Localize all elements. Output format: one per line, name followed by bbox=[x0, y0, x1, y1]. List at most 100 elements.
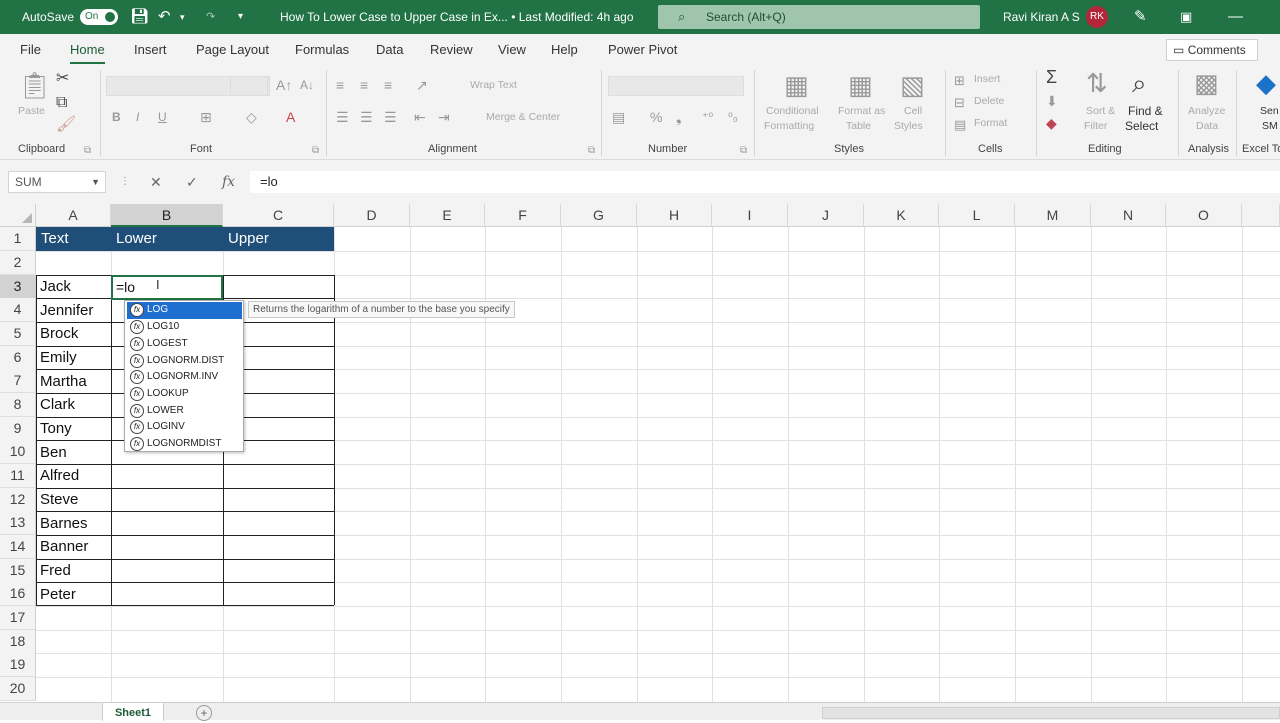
sort-filter-line1[interactable]: Sort & bbox=[1086, 104, 1115, 119]
increase-decimal-icon[interactable]: ⁺⁰ bbox=[702, 108, 713, 126]
row-header-9[interactable]: 9 bbox=[0, 417, 36, 441]
increase-indent-icon[interactable]: ⇥ bbox=[438, 108, 450, 126]
autocomplete-item[interactable]: fx LOGNORM.DIST bbox=[127, 353, 242, 370]
tab-view[interactable]: View bbox=[498, 42, 526, 57]
autocomplete-item[interactable]: fx LOWER bbox=[127, 403, 242, 420]
table-header-upper[interactable]: Upper bbox=[223, 227, 334, 251]
enter-icon[interactable]: ✓ bbox=[186, 173, 198, 191]
borders-icon[interactable]: ⊞ bbox=[200, 108, 212, 126]
format-painter-icon[interactable]: 🖌︎ bbox=[56, 116, 76, 134]
cell-a5[interactable]: Brock bbox=[36, 322, 78, 345]
format-as-table-line1[interactable]: Format as bbox=[838, 104, 885, 119]
send-line2[interactable]: SM bbox=[1262, 119, 1278, 134]
tab-file[interactable]: File bbox=[20, 42, 41, 57]
format-cells-icon[interactable]: ▤ bbox=[954, 116, 966, 134]
paste-icon[interactable]: 📋︎ bbox=[18, 70, 51, 100]
format-button[interactable]: Format bbox=[974, 116, 1007, 131]
tab-review[interactable]: Review bbox=[430, 42, 473, 57]
tab-help[interactable]: Help bbox=[551, 42, 578, 57]
autocomplete-item[interactable]: fx LOG10 bbox=[127, 319, 242, 336]
autocomplete-item[interactable]: fx LOOKUP bbox=[127, 386, 242, 403]
select-all-corner[interactable] bbox=[0, 204, 36, 227]
analyze-data-line2[interactable]: Data bbox=[1196, 119, 1218, 134]
tab-insert[interactable]: Insert bbox=[134, 42, 167, 57]
paste-label[interactable]: Paste bbox=[18, 104, 45, 119]
chevron-down-icon[interactable]: ▼ bbox=[91, 172, 100, 192]
analyze-data-icon[interactable]: ▩ bbox=[1194, 68, 1219, 98]
copy-icon[interactable]: ⧉ bbox=[56, 94, 67, 112]
bold-icon[interactable]: B bbox=[112, 108, 121, 126]
avatar[interactable]: RK bbox=[1086, 6, 1108, 28]
row-header-1[interactable]: 1 bbox=[0, 227, 36, 251]
document-title[interactable]: How To Lower Case to Upper Case in Ex...… bbox=[280, 10, 634, 24]
column-header-i[interactable]: I bbox=[712, 204, 788, 227]
horizontal-scrollbar[interactable] bbox=[822, 707, 1280, 719]
tab-formulas[interactable]: Formulas bbox=[295, 42, 349, 57]
align-right-icon[interactable]: ☰ bbox=[384, 108, 397, 126]
row-header-7[interactable]: 7 bbox=[0, 369, 36, 393]
align-left-icon[interactable]: ☰ bbox=[336, 108, 349, 126]
row-header-11[interactable]: 11 bbox=[0, 464, 36, 488]
cut-icon[interactable]: ✂ bbox=[56, 70, 69, 88]
format-as-table-icon[interactable]: ▦ bbox=[848, 70, 873, 100]
decrease-indent-icon[interactable]: ⇤ bbox=[414, 108, 426, 126]
accounting-format-icon[interactable]: ▤ bbox=[612, 108, 625, 126]
row-header-14[interactable]: 14 bbox=[0, 535, 36, 559]
table-header-lower[interactable]: Lower bbox=[111, 227, 223, 251]
cell-styles-icon[interactable]: ▧ bbox=[900, 70, 925, 100]
cell-a15[interactable]: Fred bbox=[36, 559, 71, 582]
row-header-17[interactable]: 17 bbox=[0, 606, 36, 630]
column-header-h[interactable]: H bbox=[637, 204, 712, 227]
cell-a8[interactable]: Clark bbox=[36, 393, 75, 416]
fill-color-icon[interactable]: ◇ bbox=[246, 108, 257, 126]
row-header-13[interactable]: 13 bbox=[0, 511, 36, 535]
row-header-5[interactable]: 5 bbox=[0, 322, 36, 346]
spreadsheet-grid[interactable]: A B C D E F G H I J K L M N O 1 2 3 4 5 … bbox=[0, 204, 1280, 702]
active-cell-b3[interactable]: =lo bbox=[111, 275, 223, 300]
autocomplete-item[interactable]: fx LOG bbox=[127, 302, 242, 319]
autosum-icon[interactable]: Σ bbox=[1046, 68, 1057, 86]
send-line1[interactable]: Sen bbox=[1260, 104, 1279, 119]
cell-a9[interactable]: Tony bbox=[36, 417, 72, 440]
align-center-icon[interactable]: ☰ bbox=[360, 108, 373, 126]
row-header-16[interactable]: 16 bbox=[0, 582, 36, 606]
row-header-18[interactable]: 18 bbox=[0, 630, 36, 654]
send-to-sm-icon[interactable]: ◆ bbox=[1256, 68, 1276, 98]
row-header-12[interactable]: 12 bbox=[0, 488, 36, 512]
percent-icon[interactable]: % bbox=[650, 108, 662, 126]
cell-a11[interactable]: Alfred bbox=[36, 464, 79, 487]
tab-page-layout[interactable]: Page Layout bbox=[196, 42, 269, 57]
column-header-c[interactable]: C bbox=[223, 204, 334, 227]
search-box[interactable]: ⌕ Search (Alt+Q) bbox=[658, 5, 980, 29]
decrease-font-icon[interactable]: A↓ bbox=[300, 76, 314, 94]
column-header-o[interactable]: O bbox=[1166, 204, 1242, 227]
sort-filter-icon[interactable]: ⇅ bbox=[1086, 68, 1108, 98]
autocomplete-item[interactable]: fx LOGINV bbox=[127, 419, 242, 436]
clipboard-launcher-icon[interactable]: ⧉ bbox=[84, 142, 91, 160]
name-box[interactable]: SUM ▼ bbox=[8, 171, 106, 193]
align-middle-icon[interactable]: ≡ bbox=[360, 76, 368, 94]
increase-font-icon[interactable]: A↑ bbox=[276, 76, 292, 94]
cell-a12[interactable]: Steve bbox=[36, 488, 78, 511]
clear-icon[interactable]: ◆ bbox=[1046, 114, 1057, 132]
autocomplete-item[interactable]: fx LOGNORM.INV bbox=[127, 369, 242, 386]
conditional-formatting-line1[interactable]: Conditional bbox=[766, 104, 819, 119]
cell-a4[interactable]: Jennifer bbox=[36, 299, 93, 322]
orientation-icon[interactable]: ↗ bbox=[416, 76, 428, 94]
table-header-text[interactable]: Text bbox=[36, 227, 111, 251]
tab-power-pivot[interactable]: Power Pivot bbox=[608, 42, 677, 57]
font-launcher-icon[interactable]: ⧉ bbox=[312, 142, 319, 160]
find-select-icon[interactable]: ⌕ bbox=[1132, 68, 1147, 98]
decrease-decimal-icon[interactable]: ⁰₀ bbox=[728, 108, 738, 126]
cell-a10[interactable]: Ben bbox=[36, 441, 67, 464]
delete-cells-icon[interactable]: ⊟ bbox=[954, 94, 965, 112]
underline-icon[interactable]: U bbox=[158, 108, 167, 126]
tab-data[interactable]: Data bbox=[376, 42, 403, 57]
row-header-10[interactable]: 10 bbox=[0, 440, 36, 464]
column-header-e[interactable]: E bbox=[410, 204, 485, 227]
column-header-g[interactable]: G bbox=[561, 204, 637, 227]
find-select-line2[interactable]: Select bbox=[1125, 119, 1158, 134]
row-header-8[interactable]: 8 bbox=[0, 393, 36, 417]
comments-button[interactable]: ▭ Comments bbox=[1166, 39, 1258, 61]
ribbon-display-icon[interactable]: ▣ bbox=[1180, 7, 1192, 27]
